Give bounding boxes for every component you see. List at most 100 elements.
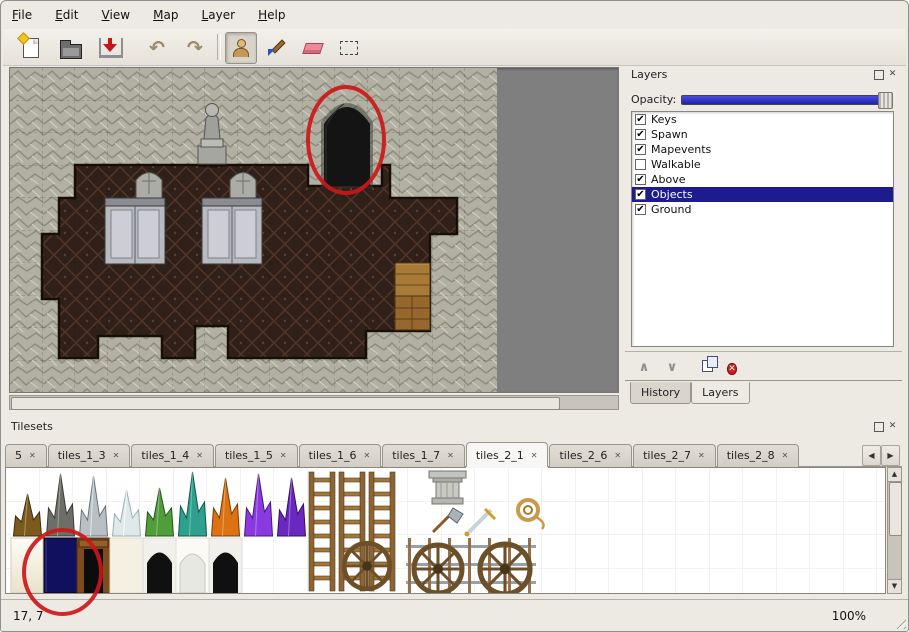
menu-help[interactable]: Help (249, 4, 294, 26)
tile-wheel-small[interactable] (344, 543, 390, 589)
tileset-tab[interactable]: tiles_1_6 ✕ (299, 444, 382, 467)
layer-copy-button[interactable] (691, 356, 713, 376)
layer-delete-button[interactable]: ✕ (721, 356, 743, 376)
tab-close-icon[interactable]: ✕ (112, 450, 121, 461)
menu-map[interactable]: Map (144, 4, 187, 26)
tileset-tab-label: tiles_2_8 (727, 449, 775, 462)
layer-row[interactable]: ✔ Above (632, 172, 893, 187)
layer-row[interactable]: ✔ Keys (632, 112, 893, 127)
tileset-tab[interactable]: tiles_1_7 ✕ (382, 444, 465, 467)
tab-close-icon[interactable]: ✕ (781, 450, 790, 461)
tile-dark-arch-1[interactable] (143, 538, 176, 593)
toolbar-button-eraser-tool[interactable] (297, 32, 329, 64)
layer-row[interactable]: ✔ Objects (632, 187, 893, 202)
layer-checkbox[interactable]: ✔ (635, 189, 646, 200)
tile-dark-arch-2[interactable] (209, 538, 242, 593)
tab-close-icon[interactable]: ✕ (195, 450, 204, 461)
float-panel-icon[interactable] (874, 70, 884, 80)
menu-file[interactable]: File (3, 4, 41, 26)
layer-label: Walkable (651, 158, 701, 171)
tile-pale-arch[interactable] (176, 538, 209, 593)
map-hscroll-thumb[interactable] (11, 397, 560, 410)
layer-row[interactable]: ✔ Ground (632, 202, 893, 217)
layers-panel-tabs: HistoryLayers (625, 380, 902, 412)
layer-label: Objects (651, 188, 693, 201)
tab-close-icon[interactable]: ✕ (279, 450, 288, 461)
layer-row[interactable]: ✔ Mapevents (632, 142, 893, 157)
tileset-tab[interactable]: tiles_2_6 ✕ (549, 444, 632, 467)
tileset-vertical-scrollbar[interactable]: ▲ ▼ (887, 467, 902, 594)
layer-checkbox[interactable]: ✔ (635, 144, 646, 155)
scroll-up-icon[interactable]: ▲ (888, 468, 901, 482)
tileset-tab[interactable]: tiles_2_7 ✕ (633, 444, 716, 467)
opacity-slider-handle[interactable] (878, 92, 893, 109)
tileset-canvas[interactable] (6, 468, 886, 593)
tab-close-icon[interactable]: ✕ (613, 450, 622, 461)
tileset-content[interactable] (5, 467, 886, 594)
menu-edit[interactable]: Edit (46, 4, 87, 26)
tileset-tab[interactable]: 5 ✕ (5, 444, 47, 467)
tileset-vscroll-thumb[interactable] (889, 482, 902, 536)
layer-checkbox[interactable]: ✔ (635, 204, 646, 215)
menu-layer[interactable]: Layer (193, 4, 244, 26)
layer-checkbox[interactable]: ✔ (635, 129, 646, 140)
tileset-tab[interactable]: tiles_1_3 ✕ (48, 444, 131, 467)
layers-list[interactable]: ✔ Keys ✔ Spawn ✔ Mapevents Walkable ✔ Ab… (631, 111, 894, 347)
delete-icon: ✕ (727, 363, 737, 375)
map-horizontal-scrollbar[interactable] (9, 395, 619, 410)
tabs-scroll-left-icon[interactable]: ◀ (862, 445, 881, 466)
map-editor-window: File Edit View Map Layer Help ↶ ↷ (0, 0, 909, 632)
undo-icon: ↶ (149, 39, 165, 58)
tileset-tab-label: tiles_2_1 (476, 449, 524, 462)
float-tilesets-icon[interactable] (874, 422, 884, 432)
layer-row[interactable]: Walkable (632, 157, 893, 172)
selected-tile[interactable] (44, 538, 77, 593)
toolbar-button-save[interactable] (95, 32, 127, 64)
map-gravestone-left (136, 172, 162, 200)
toolbar-button-undo[interactable]: ↶ (141, 32, 173, 64)
tileset-tab[interactable]: tiles_2_8 ✕ (717, 444, 800, 467)
tabs-scroll-right-icon[interactable]: ▶ (881, 445, 900, 466)
map-viewport[interactable] (9, 67, 619, 393)
layer-row[interactable]: ✔ Spawn (632, 127, 893, 142)
close-tilesets-icon[interactable]: ✕ (887, 421, 898, 432)
layer-checkbox[interactable] (635, 159, 646, 170)
tab-close-icon[interactable]: ✕ (530, 450, 539, 461)
redo-icon: ↷ (187, 39, 203, 58)
menu-view[interactable]: View (93, 4, 139, 26)
panel-tab-layers[interactable]: Layers (691, 382, 749, 404)
tab-close-icon[interactable]: ✕ (363, 450, 372, 461)
layer-checkbox[interactable]: ✔ (635, 174, 646, 185)
toolbar-button-redo[interactable]: ↷ (179, 32, 211, 64)
tile-wheel-large-1[interactable] (414, 545, 462, 593)
status-zoom: 100% (832, 609, 866, 623)
tileset-tab[interactable]: tiles_2_1 ✕ (466, 442, 549, 467)
close-panel-icon[interactable]: ✕ (887, 69, 898, 80)
tile-pale-blank[interactable] (110, 538, 143, 593)
layer-label: Keys (651, 113, 677, 126)
layer-label: Above (651, 173, 686, 186)
map-door-right (202, 198, 262, 264)
tileset-tab[interactable]: tiles_1_4 ✕ (131, 444, 214, 467)
toolbar-button-fill-tool[interactable] (261, 32, 293, 64)
panel-tab-history[interactable]: History (630, 382, 691, 404)
tile-wheel-large-2[interactable] (480, 544, 530, 593)
toolbar-button-select-tool[interactable] (333, 32, 365, 64)
scroll-down-icon[interactable]: ▼ (888, 579, 901, 593)
tab-close-icon[interactable]: ✕ (28, 450, 37, 461)
toolbar-button-stamp-tool[interactable] (225, 32, 257, 64)
resize-grip[interactable] (892, 615, 906, 629)
tile-pale-door[interactable] (11, 538, 43, 593)
toolbar-button-open[interactable] (55, 32, 87, 64)
map-canvas[interactable] (10, 68, 497, 392)
opacity-slider[interactable] (681, 95, 892, 105)
tab-close-icon[interactable]: ✕ (697, 450, 706, 461)
tile-wooden-doorframe[interactable] (77, 538, 110, 593)
layer-move-down-button[interactable]: ∨ (661, 356, 683, 376)
select-tool-icon (340, 41, 358, 55)
tab-close-icon[interactable]: ✕ (446, 450, 455, 461)
toolbar-button-new-file[interactable] (15, 32, 47, 64)
tileset-tab[interactable]: tiles_1_5 ✕ (215, 444, 298, 467)
layer-checkbox[interactable]: ✔ (635, 114, 646, 125)
layer-move-up-button[interactable]: ∧ (633, 356, 655, 376)
